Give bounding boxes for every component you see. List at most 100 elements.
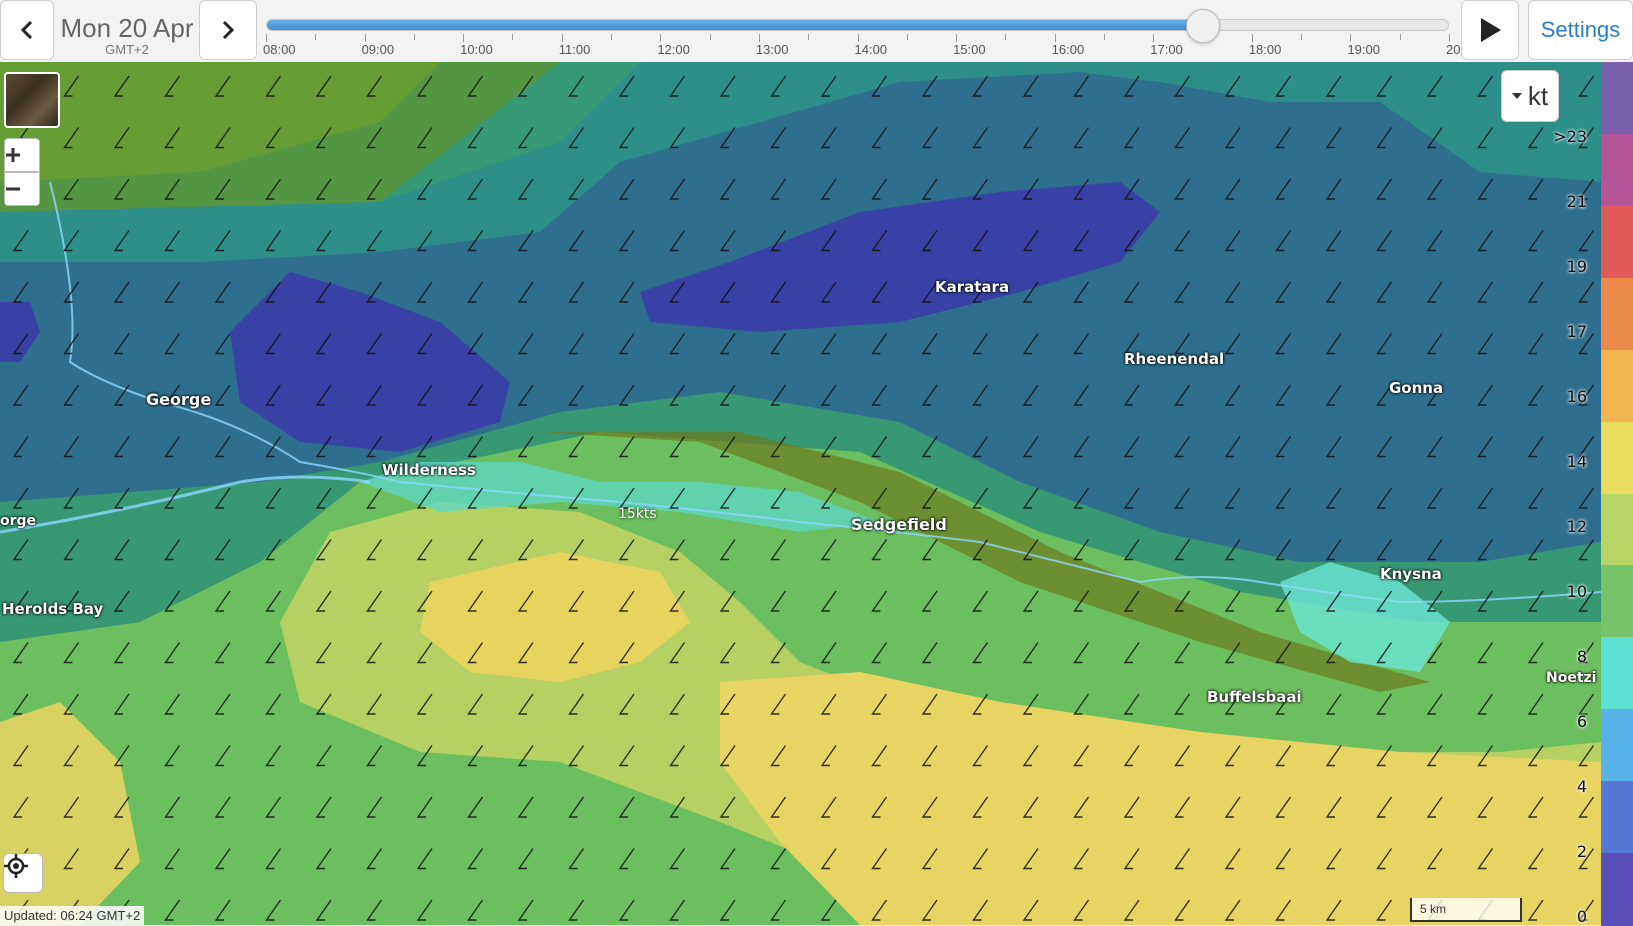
time-tick [1449, 34, 1450, 42]
place-label[interactable]: Sedgefield [851, 515, 947, 534]
time-tick [808, 34, 810, 40]
time-tick-label: 11:00 [558, 42, 591, 57]
time-tick [1005, 34, 1007, 40]
date-label: Mon 20 Apr [60, 13, 194, 43]
time-tick [1399, 34, 1401, 40]
time-tick [1103, 34, 1105, 40]
legend-label: 17 [1566, 322, 1587, 341]
time-tick-label: 14:00 [854, 42, 888, 57]
place-label[interactable]: Gonna [1389, 379, 1443, 397]
plus-icon [6, 148, 20, 162]
chevron-left-icon [20, 20, 33, 40]
time-slider-thumb[interactable] [1185, 9, 1220, 43]
time-tick-label: 19:00 [1347, 42, 1380, 57]
chevron-right-icon [222, 20, 235, 40]
place-label[interactable]: orge [0, 513, 36, 529]
time-tick [857, 34, 859, 42]
legend-band [1601, 565, 1633, 639]
place-label[interactable]: George [146, 390, 211, 409]
crosshair-icon [4, 854, 28, 878]
settings-button[interactable]: Settings [1528, 0, 1633, 60]
place-label[interactable]: Herolds Bay [2, 600, 103, 618]
unit-label: kt [1527, 80, 1549, 111]
time-tick [561, 34, 563, 42]
time-tick-label: 18:00 [1248, 42, 1282, 57]
legend-label: 4 [1576, 777, 1587, 796]
legend-label: 10 [1566, 582, 1587, 601]
legend-band [1601, 421, 1633, 495]
zoom-in-button[interactable] [4, 138, 40, 172]
time-slider-fill [267, 20, 1202, 30]
legend-band [1601, 133, 1633, 207]
legend-label: 2 [1576, 842, 1587, 861]
time-tick [463, 34, 465, 42]
legend-label: 21 [1566, 192, 1587, 211]
wind-barbs [0, 62, 1601, 925]
legend-band [1601, 637, 1633, 711]
time-tick-label: 17:00 [1150, 42, 1183, 57]
time-tick [906, 34, 908, 40]
play-icon [1481, 18, 1501, 42]
caret-down-icon [1511, 93, 1522, 99]
legend-label: 12 [1566, 517, 1587, 536]
legend-label: 6 [1576, 712, 1587, 731]
time-tick [1054, 34, 1056, 42]
time-tick-label: 08:00 [263, 42, 296, 57]
date-display: Mon 20 Apr GMT+2 [56, 0, 198, 60]
wind-map[interactable]: George orge Wilderness Herolds Bay Karat… [0, 62, 1601, 925]
legend-label: 8 [1576, 647, 1587, 666]
legend-label: 16 [1566, 387, 1587, 406]
timezone-label: GMT+2 [105, 42, 149, 57]
place-label[interactable]: Noetzi [1546, 670, 1596, 686]
updated-timestamp: Updated: 06:24 GMT+2 [0, 906, 145, 925]
time-tick [1251, 34, 1253, 42]
time-tick-label: 15:00 [953, 42, 986, 57]
place-label[interactable]: Buffelsbaai [1207, 688, 1302, 706]
legend-label: 14 [1566, 452, 1587, 471]
previous-day-button[interactable] [0, 0, 54, 60]
time-tick-label: 16:00 [1051, 42, 1085, 57]
time-slider-track[interactable] [266, 19, 1449, 31]
place-label[interactable]: Karatara [935, 278, 1009, 296]
time-tick-label: 10:00 [460, 42, 493, 57]
legend-label: >23 [1553, 127, 1587, 146]
contour-label: 15kts [618, 506, 657, 522]
legend-band [1601, 781, 1633, 855]
time-tick [956, 34, 958, 42]
legend-band [1601, 493, 1633, 567]
time-tick [413, 34, 415, 40]
locate-button[interactable] [3, 853, 43, 893]
layer-switcher-button[interactable] [4, 72, 60, 128]
time-tick [660, 34, 662, 42]
time-tick [1301, 34, 1303, 40]
legend-band [1601, 349, 1633, 423]
place-label[interactable]: Wilderness [382, 461, 476, 479]
time-slider[interactable]: 08:00 09:00 10:00 11:00 12:00 13:00 14:00 15:00… [263, 8, 1479, 62]
legend-band [1601, 62, 1633, 135]
wind-speed-legend [1601, 62, 1633, 926]
unit-selector[interactable]: kt [1501, 70, 1559, 122]
time-tick [315, 34, 317, 40]
minus-icon [6, 187, 20, 191]
legend-band [1601, 277, 1633, 351]
time-tick-label: 12:00 [657, 42, 690, 57]
play-button[interactable] [1461, 0, 1519, 60]
legend-band [1601, 853, 1633, 926]
time-tick [1350, 34, 1352, 42]
top-toolbar: Mon 20 Apr GMT+2 08:00 09:00 10:00 11:00 12:… [0, 0, 1633, 62]
zoom-out-button[interactable] [4, 172, 40, 206]
time-tick [709, 34, 711, 40]
legend-label: 0 [1576, 907, 1587, 926]
scale-bar: 5 km [1410, 898, 1522, 922]
time-tick [364, 34, 366, 42]
wind-overlay [0, 62, 1601, 925]
time-tick [611, 34, 613, 40]
time-tick [266, 34, 267, 42]
time-tick [1153, 34, 1155, 42]
next-day-button[interactable] [199, 0, 257, 60]
time-tick [512, 34, 514, 40]
place-label[interactable]: Knysna [1380, 565, 1442, 583]
place-label[interactable]: Rheenendal [1124, 350, 1224, 368]
time-tick [758, 34, 760, 42]
legend-band [1601, 205, 1633, 279]
